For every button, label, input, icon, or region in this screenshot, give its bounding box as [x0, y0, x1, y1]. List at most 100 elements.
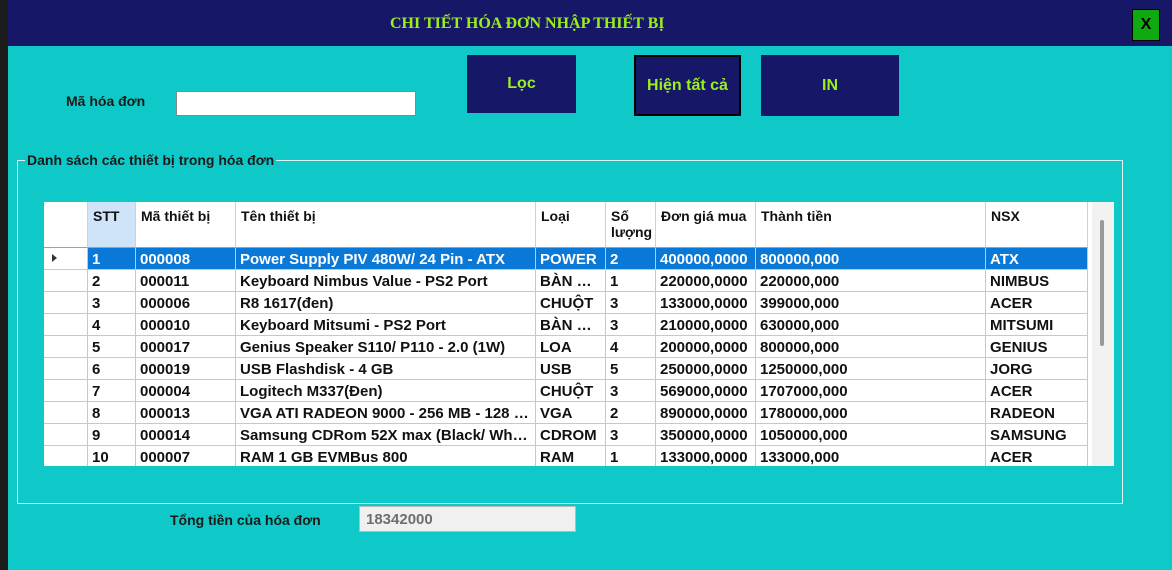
cell-stt[interactable]: 7 [88, 380, 136, 401]
cell-unit-price[interactable]: 200000,0000 [656, 336, 756, 357]
row-indicator[interactable] [44, 424, 88, 445]
header-quantity[interactable]: Số lượng [606, 202, 656, 248]
cell-quantity[interactable]: 1 [606, 446, 656, 466]
cell-total[interactable]: 1707000,000 [756, 380, 986, 401]
cell-stt[interactable]: 9 [88, 424, 136, 445]
cell-device-name[interactable]: Power Supply PIV 480W/ 24 Pin - ATX [236, 248, 536, 269]
table-row[interactable]: 1 000008 Power Supply PIV 480W/ 24 Pin - A… [44, 248, 1088, 270]
table-row[interactable]: 7 000004 Logitech M337(Đen) CHUỘT 3 569000,00… [44, 380, 1088, 402]
table-row[interactable]: 9 000014 Samsung CDRom 52X max (Black/ Whi… [44, 424, 1088, 446]
cell-device-code[interactable]: 000013 [136, 402, 236, 423]
cell-quantity[interactable]: 1 [606, 270, 656, 291]
row-indicator[interactable] [44, 446, 88, 466]
filter-button[interactable]: Lọc [467, 55, 576, 113]
cell-device-name[interactable]: Genius Speaker S110/ P110 - 2.0 (1W) [236, 336, 536, 357]
header-unit-price[interactable]: Đơn giá mua [656, 202, 756, 248]
cell-device-code[interactable]: 000006 [136, 292, 236, 313]
header-device-code[interactable]: Mã thiết bị [136, 202, 236, 248]
cell-device-code[interactable]: 000019 [136, 358, 236, 379]
cell-quantity[interactable]: 2 [606, 402, 656, 423]
cell-unit-price[interactable]: 350000,0000 [656, 424, 756, 445]
table-row[interactable]: 2 000011 Keyboard Nimbus Value - PS2 Port B… [44, 270, 1088, 292]
table-row[interactable]: 3 000006 R8 1617(đen) CHUỘT 3 133000,0000 3990… [44, 292, 1088, 314]
cell-quantity[interactable]: 3 [606, 292, 656, 313]
header-manufacturer[interactable]: NSX [986, 202, 1088, 248]
row-indicator[interactable] [44, 248, 88, 269]
cell-device-code[interactable]: 000011 [136, 270, 236, 291]
cell-stt[interactable]: 4 [88, 314, 136, 335]
header-device-name[interactable]: Tên thiết bị [236, 202, 536, 248]
cell-manufacturer[interactable]: SAMSUNG [986, 424, 1088, 445]
header-stt[interactable]: STT [88, 202, 136, 248]
row-indicator[interactable] [44, 380, 88, 401]
close-button[interactable]: X [1132, 9, 1160, 41]
cell-type[interactable]: BÀN PHÍM [536, 270, 606, 291]
row-indicator[interactable] [44, 358, 88, 379]
cell-stt[interactable]: 6 [88, 358, 136, 379]
cell-stt[interactable]: 2 [88, 270, 136, 291]
table-row[interactable]: 4 000010 Keyboard Mitsumi - PS2 Port BÀN PH… [44, 314, 1088, 336]
cell-quantity[interactable]: 3 [606, 380, 656, 401]
cell-device-code[interactable]: 000017 [136, 336, 236, 357]
cell-total[interactable]: 800000,000 [756, 248, 986, 269]
cell-unit-price[interactable]: 133000,0000 [656, 446, 756, 466]
cell-device-code[interactable]: 000010 [136, 314, 236, 335]
cell-device-name[interactable]: USB Flashdisk - 4 GB [236, 358, 536, 379]
cell-device-name[interactable]: R8 1617(đen) [236, 292, 536, 313]
cell-stt[interactable]: 1 [88, 248, 136, 269]
cell-unit-price[interactable]: 220000,0000 [656, 270, 756, 291]
cell-manufacturer[interactable]: RADEON [986, 402, 1088, 423]
cell-device-name[interactable]: RAM 1 GB EVMBus 800 [236, 446, 536, 466]
cell-type[interactable]: CHUỘT [536, 380, 606, 401]
cell-quantity[interactable]: 2 [606, 248, 656, 269]
row-indicator[interactable] [44, 292, 88, 313]
cell-manufacturer[interactable]: ACER [986, 292, 1088, 313]
table-row[interactable]: 10 000007 RAM 1 GB EVMBus 800 RAM 1 133000,00… [44, 446, 1088, 466]
cell-device-name[interactable]: Keyboard Nimbus Value - PS2 Port [236, 270, 536, 291]
invoice-code-input[interactable] [176, 91, 416, 116]
cell-unit-price[interactable]: 250000,0000 [656, 358, 756, 379]
cell-device-code[interactable]: 000007 [136, 446, 236, 466]
cell-manufacturer[interactable]: GENIUS [986, 336, 1088, 357]
cell-unit-price[interactable]: 210000,0000 [656, 314, 756, 335]
vertical-scrollbar[interactable] [1092, 202, 1114, 466]
cell-manufacturer[interactable]: JORG [986, 358, 1088, 379]
cell-manufacturer[interactable]: MITSUMI [986, 314, 1088, 335]
cell-unit-price[interactable]: 569000,0000 [656, 380, 756, 401]
cell-quantity[interactable]: 3 [606, 424, 656, 445]
cell-manufacturer[interactable]: ACER [986, 446, 1088, 466]
cell-device-code[interactable]: 000014 [136, 424, 236, 445]
table-row[interactable]: 5 000017 Genius Speaker S110/ P110 - 2.0 (… [44, 336, 1088, 358]
header-type[interactable]: Loại [536, 202, 606, 248]
cell-total[interactable]: 1050000,000 [756, 424, 986, 445]
cell-type[interactable]: BÀN PHÍM [536, 314, 606, 335]
row-indicator[interactable] [44, 314, 88, 335]
cell-total[interactable]: 133000,000 [756, 446, 986, 466]
scrollbar-thumb[interactable] [1100, 220, 1104, 346]
cell-device-name[interactable]: Samsung CDRom 52X max (Black/ White) [236, 424, 536, 445]
cell-unit-price[interactable]: 890000,0000 [656, 402, 756, 423]
cell-stt[interactable]: 8 [88, 402, 136, 423]
cell-stt[interactable]: 10 [88, 446, 136, 466]
cell-quantity[interactable]: 4 [606, 336, 656, 357]
cell-total[interactable]: 1250000,000 [756, 358, 986, 379]
cell-device-code[interactable]: 000008 [136, 248, 236, 269]
row-indicator[interactable] [44, 270, 88, 291]
show-all-button[interactable]: Hiện tất cả [634, 55, 741, 116]
cell-manufacturer[interactable]: NIMBUS [986, 270, 1088, 291]
row-indicator[interactable] [44, 336, 88, 357]
cell-total[interactable]: 800000,000 [756, 336, 986, 357]
cell-device-code[interactable]: 000004 [136, 380, 236, 401]
row-indicator[interactable] [44, 402, 88, 423]
cell-stt[interactable]: 3 [88, 292, 136, 313]
cell-total[interactable]: 630000,000 [756, 314, 986, 335]
header-total[interactable]: Thành tiền [756, 202, 986, 248]
cell-type[interactable]: LOA [536, 336, 606, 357]
cell-quantity[interactable]: 5 [606, 358, 656, 379]
cell-quantity[interactable]: 3 [606, 314, 656, 335]
cell-manufacturer[interactable]: ACER [986, 380, 1088, 401]
cell-type[interactable]: RAM [536, 446, 606, 466]
cell-total[interactable]: 399000,000 [756, 292, 986, 313]
device-table[interactable]: STT Mã thiết bị Tên thiết bị Loại Số lượ… [44, 202, 1114, 466]
print-button[interactable]: IN [761, 55, 899, 116]
